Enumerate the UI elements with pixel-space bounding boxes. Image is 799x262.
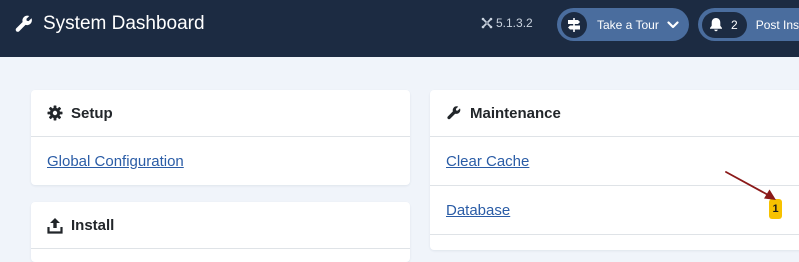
list-item: Global Configuration: [31, 137, 410, 186]
wrench-icon: [447, 106, 461, 120]
take-a-tour-button[interactable]: Take a Tour: [557, 8, 689, 41]
install-card: Install: [31, 202, 410, 262]
post-installation-label: Post Inst: [755, 17, 799, 32]
maintenance-title: Maintenance: [470, 104, 561, 122]
database-link[interactable]: Database: [446, 202, 510, 219]
chevron-down-icon: [667, 20, 679, 28]
global-configuration-link[interactable]: Global Configuration: [47, 153, 184, 170]
bell-icon: [710, 18, 722, 32]
post-installation-messages-button[interactable]: 2 Post Inst: [698, 8, 799, 41]
page-title: System Dashboard: [43, 13, 205, 34]
setup-card-header: Setup: [31, 90, 410, 137]
install-card-header: Install: [31, 202, 410, 249]
wrench-icon: [14, 14, 34, 34]
setup-card: Setup Global Configuration: [31, 90, 410, 185]
version-text: 5.1.3.2: [496, 16, 533, 30]
joomla-icon: [481, 17, 493, 29]
annotation-arrow: [725, 171, 776, 200]
header-bar: System Dashboard 5.1.3.2 Take a Tour 2 P…: [0, 0, 799, 57]
upload-icon: [47, 217, 63, 234]
notification-pill: 2: [702, 11, 747, 38]
brand: System Dashboard: [14, 12, 205, 36]
version-label: 5.1.3.2: [481, 16, 533, 30]
setup-title: Setup: [71, 104, 113, 122]
maintenance-card-header: Maintenance: [430, 90, 799, 137]
clear-cache-link[interactable]: Clear Cache: [446, 153, 529, 170]
install-title: Install: [71, 216, 115, 234]
notification-count: 2: [731, 17, 738, 32]
take-a-tour-label: Take a Tour: [597, 17, 659, 32]
gear-icon: [47, 105, 63, 121]
signpost-icon: [561, 11, 587, 38]
